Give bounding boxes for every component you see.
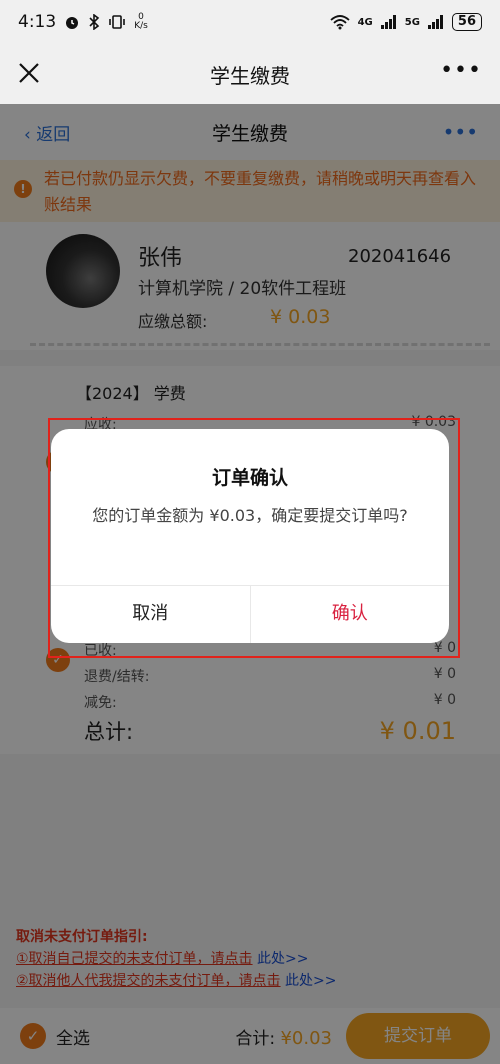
battery-indicator: 56 <box>451 13 482 31</box>
signal-5g-label: 5G <box>404 16 420 28</box>
vibrate-icon <box>109 15 125 29</box>
net-speed: 0 K/s <box>134 12 148 31</box>
close-icon[interactable] <box>14 58 44 88</box>
dialog-message: 您的订单金额为 ¥0.03，确定要提交订单吗? <box>92 506 408 525</box>
status-time: 4:13 <box>18 12 57 32</box>
wifi-icon <box>329 15 350 30</box>
status-bar: 4:13 0 K/s 4G 5G 56 <box>0 0 500 44</box>
dialog-title: 订单确认 <box>211 467 288 489</box>
more-menu-icon[interactable]: ••• <box>440 58 482 83</box>
app-title: 学生缴费 <box>210 63 290 88</box>
cancel-button[interactable]: 取消 <box>51 586 251 643</box>
signal-bars-icon <box>427 15 443 29</box>
app-bar: 学生缴费 ••• <box>0 44 500 104</box>
bluetooth-icon <box>89 14 100 30</box>
signal-bars-icon <box>380 15 396 29</box>
confirm-button[interactable]: 确认 <box>251 586 450 643</box>
signal-4g-label: 4G <box>357 16 373 28</box>
order-confirm-dialog: 订单确认 您的订单金额为 ¥0.03，确定要提交订单吗? 取消 确认 <box>51 429 449 643</box>
dialog-buttons: 取消 确认 <box>51 585 449 643</box>
alarm-icon <box>66 17 79 29</box>
